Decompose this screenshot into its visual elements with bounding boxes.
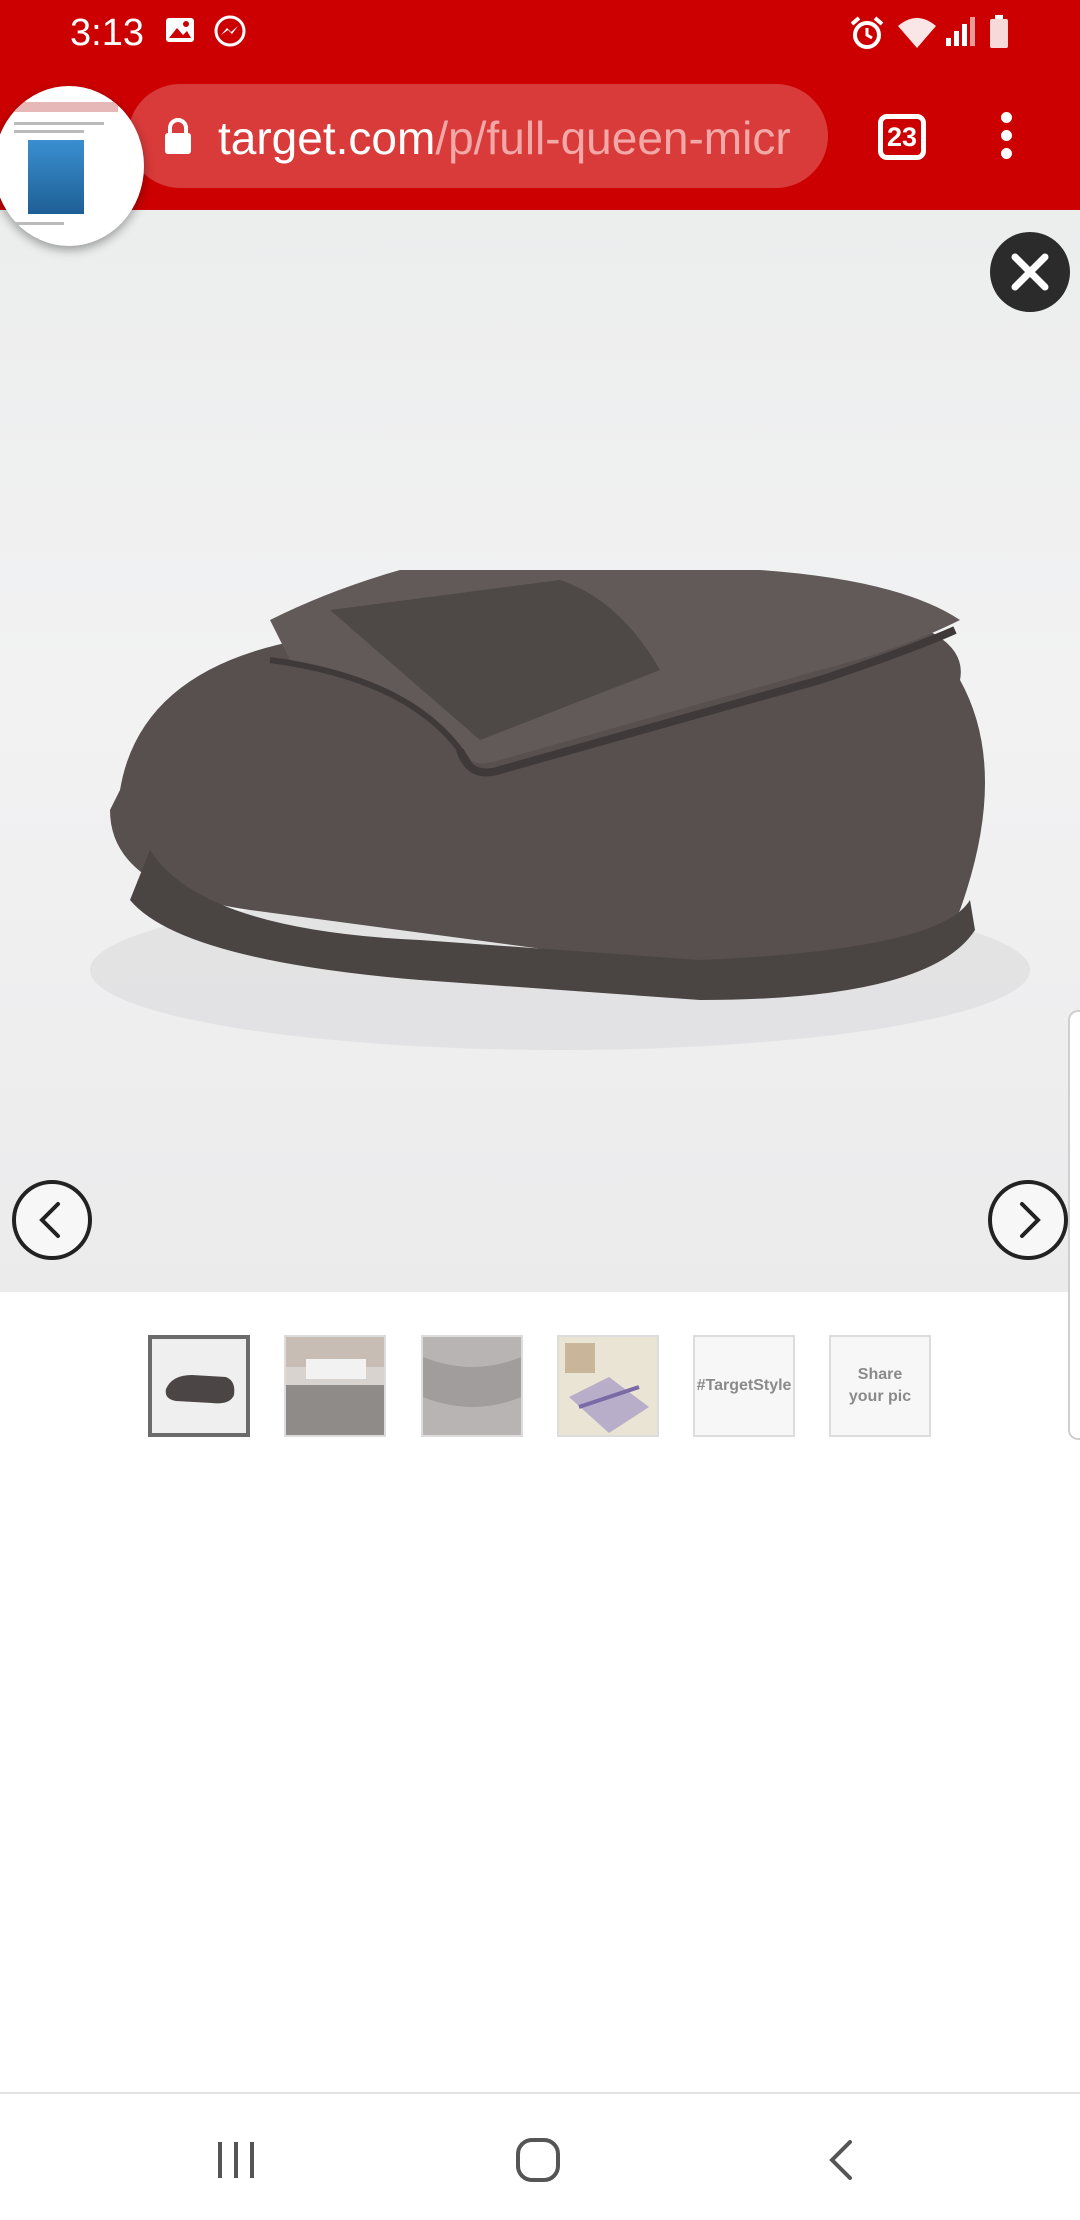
back-icon[interactable] <box>822 2138 862 2187</box>
signal-icon <box>944 14 978 53</box>
thumbnail-share-pic-label: Share your pic <box>848 1366 912 1405</box>
thumbnail-target-style-label: #TargetStyle <box>696 1377 792 1394</box>
thumbnail-2[interactable] <box>284 1335 386 1437</box>
recent-apps-icon[interactable] <box>214 2138 258 2187</box>
blanket-image <box>90 570 1030 1050</box>
more-vert-icon[interactable] <box>996 112 1016 162</box>
messenger-icon <box>212 14 248 55</box>
thumbnail-target-style[interactable]: #TargetStyle <box>693 1335 795 1437</box>
floating-tab-preview[interactable] <box>0 86 144 246</box>
alarm-icon <box>848 14 886 57</box>
thumbnail-3[interactable] <box>421 1335 523 1437</box>
tab-switcher-button[interactable]: 23 <box>878 114 926 160</box>
status-bar: 3:13 <box>0 0 1080 68</box>
chevron-left-icon[interactable] <box>12 1180 92 1260</box>
system-navigation-bar <box>0 2092 1080 2220</box>
url-text[interactable]: target.com/p/full-queen-micr <box>218 108 808 168</box>
close-icon[interactable] <box>990 232 1070 312</box>
thumbnail-4[interactable] <box>557 1335 659 1437</box>
url-path: /p/full-queen-micr <box>435 112 791 164</box>
product-image[interactable] <box>0 210 1080 1292</box>
thumbnail-share-pic[interactable]: Share your pic <box>829 1335 931 1437</box>
url-domain: target.com <box>218 112 436 164</box>
status-time: 3:13 <box>70 12 144 54</box>
thumbnail-1[interactable] <box>148 1335 250 1437</box>
gallery-icon <box>164 14 196 51</box>
side-drawer-handle[interactable] <box>1068 1010 1080 1440</box>
chevron-right-icon[interactable] <box>988 1180 1068 1260</box>
home-icon[interactable] <box>514 2136 562 2189</box>
battery-icon <box>988 14 1010 55</box>
lock-icon <box>162 116 194 161</box>
wifi-icon <box>896 14 938 55</box>
